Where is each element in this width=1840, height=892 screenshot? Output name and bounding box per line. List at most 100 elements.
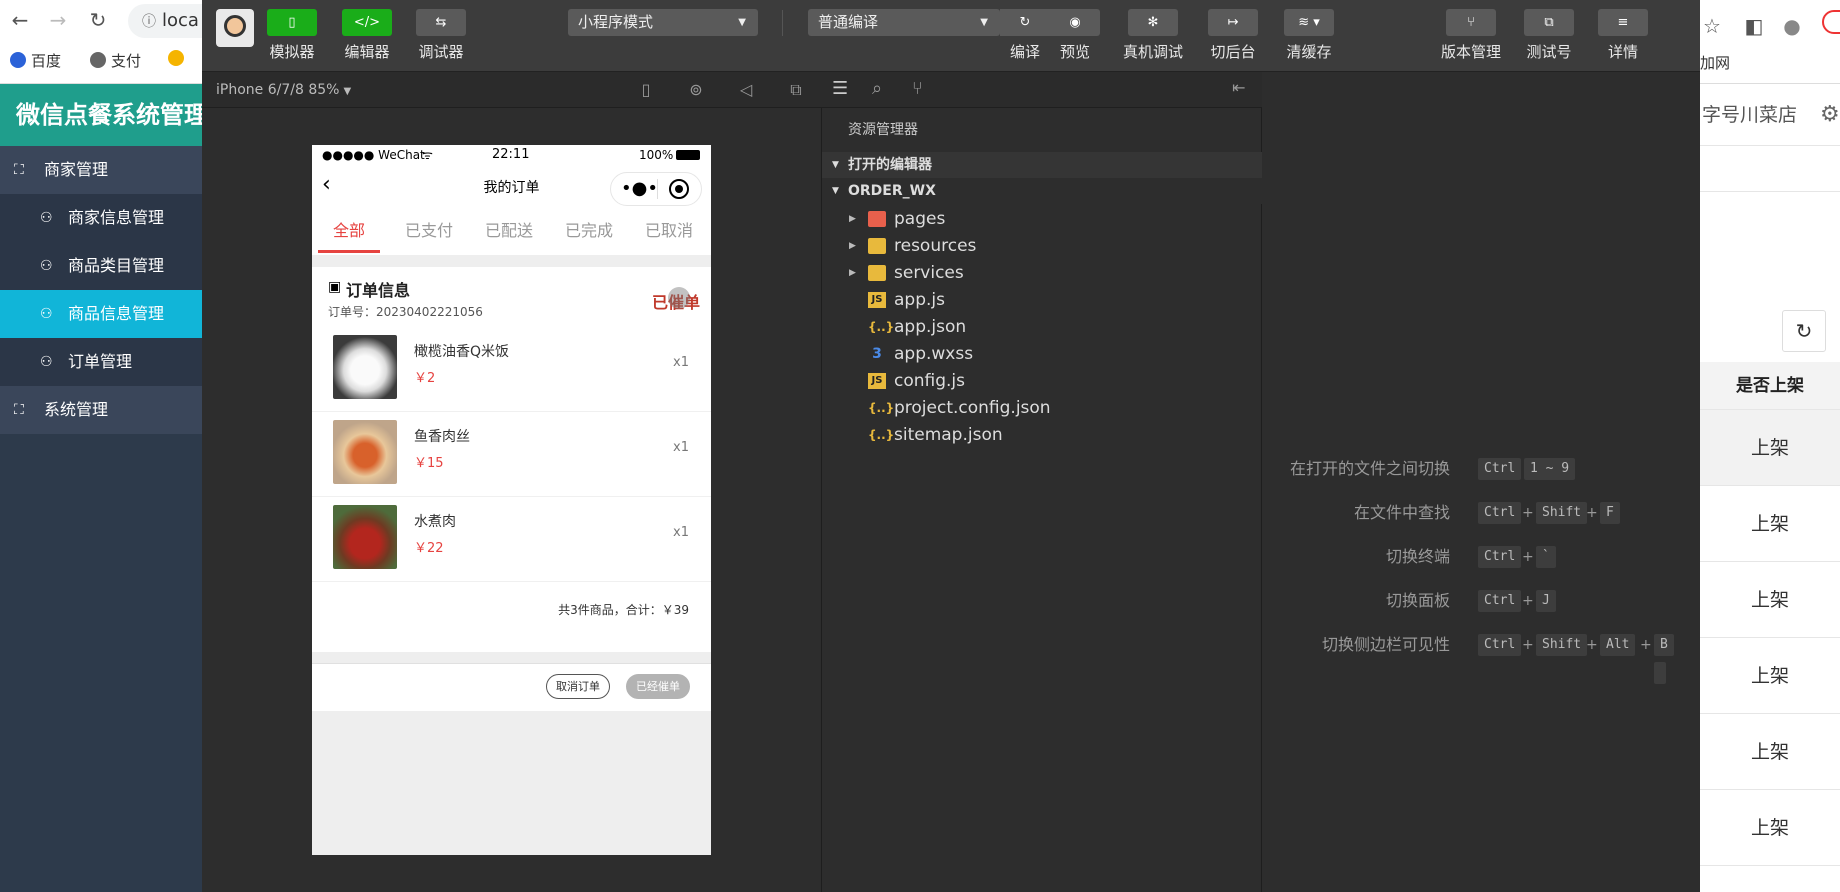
tree-file-config-js[interactable]: JS config.js xyxy=(822,368,1262,394)
details-button[interactable]: ≡ xyxy=(1598,9,1648,36)
dish-name: 水煮肉 xyxy=(414,514,456,530)
dish-image xyxy=(333,505,397,569)
admin-item-category[interactable]: ⚇ 商品类目管理 xyxy=(0,242,202,290)
project-section[interactable]: ▼ ORDER_WX xyxy=(822,178,1262,204)
tree-file-app-json[interactable]: {..} app.json xyxy=(822,314,1262,340)
list-item[interactable]: 水煮肉 ￥22 x1 xyxy=(312,497,711,582)
tree-file-app-wxss[interactable]: 3 app.wxss xyxy=(822,341,1262,367)
dish-image xyxy=(333,335,397,399)
tab-all[interactable]: 全部 xyxy=(312,207,386,255)
forward-arrow-icon[interactable]: → xyxy=(46,8,70,32)
tab-completed[interactable]: 已完成 xyxy=(552,207,626,255)
reload-icon[interactable]: ↻ xyxy=(86,8,110,32)
admin-item-orders[interactable]: ⚇ 订单管理 xyxy=(0,338,202,386)
tree-folder-resources[interactable]: ▶ resources xyxy=(822,233,1262,259)
bookmark-baidu[interactable]: 百度 xyxy=(10,50,61,71)
chevron-down-icon[interactable]: ▼ xyxy=(343,86,351,97)
col-header-onsale: 是否上架 xyxy=(1700,362,1840,410)
star-icon[interactable]: ☆ xyxy=(1700,14,1724,38)
compile-select[interactable]: 普通编译 ▼ xyxy=(808,9,1000,36)
debugger-button[interactable]: ⇆ xyxy=(416,9,466,36)
collapse-panel-icon[interactable]: ⇤ xyxy=(1232,78,1245,97)
open-editors-section[interactable]: ▼ 打开的编辑器 xyxy=(822,152,1262,178)
phone-nav-bar: ‹ 我的订单 •●• xyxy=(312,165,711,207)
urged-button[interactable]: 已经催单 xyxy=(626,674,690,699)
refresh-button[interactable]: ↻ xyxy=(1782,310,1826,352)
plus-sign: + xyxy=(1522,593,1534,609)
chevron-down-icon: ▼ xyxy=(832,186,839,196)
shortcut-label: 切换终端 xyxy=(1385,547,1450,566)
back-arrow-icon[interactable]: ← xyxy=(8,8,32,32)
tab-delivered[interactable]: 已配送 xyxy=(472,207,546,255)
phone-icon[interactable]: ▯ xyxy=(636,80,656,100)
key-cap: B xyxy=(1654,634,1674,656)
version-button[interactable]: ⑂ xyxy=(1446,9,1496,36)
tab-cancelled[interactable]: 已取消 xyxy=(632,207,706,255)
tree-folder-pages[interactable]: ▶ pages xyxy=(822,206,1262,232)
bookmark-emoji-icon[interactable] xyxy=(168,50,189,68)
order-title: 订单信息 xyxy=(346,281,411,300)
tree-file-project-config[interactable]: {..} project.config.json xyxy=(822,395,1262,421)
list-icon[interactable]: ☰ xyxy=(832,78,848,99)
plus-sign: + xyxy=(1522,637,1534,653)
admin-group-system[interactable]: ⛶ 系统管理 xyxy=(0,386,202,434)
share-icon: ⧉ xyxy=(1544,15,1554,30)
key-cap: Ctrl xyxy=(1478,546,1522,568)
touch-cursor xyxy=(668,287,690,309)
tree-file-sitemap[interactable]: {..} sitemap.json xyxy=(822,422,1262,448)
shortcut-row: 在文件中查找 Ctrl + Shift + F xyxy=(1262,500,1700,526)
remote-debug-button[interactable]: ✻ xyxy=(1128,9,1178,36)
list-item[interactable]: 鱼香肉丝 ￥15 x1 xyxy=(312,412,711,497)
shortcut-row: 切换面板 Ctrl + J xyxy=(1262,588,1700,614)
admin-group-merchant[interactable]: ⛶ 商家管理 xyxy=(0,146,202,194)
chevron-right-icon: ▶ xyxy=(849,241,856,251)
profile-avatar-icon[interactable]: ● xyxy=(1780,14,1804,38)
tree-folder-services[interactable]: ▶ services xyxy=(822,260,1262,286)
table-cell: 上架 xyxy=(1700,790,1840,866)
dish-image xyxy=(333,420,397,484)
shortcut-row: 切换终端 Ctrl + ` xyxy=(1262,544,1700,570)
version-label: 版本管理 xyxy=(1440,43,1501,61)
bookmark-pay[interactable]: 支付 xyxy=(90,50,141,71)
tab-paid[interactable]: 已支付 xyxy=(392,207,466,255)
key-cap: Ctrl xyxy=(1478,590,1522,612)
window-icon[interactable]: ⧉ xyxy=(786,80,806,100)
list-item[interactable]: 橄榄油香Q米饭 ￥2 x1 xyxy=(312,327,711,412)
git-branch-icon[interactable]: ⑂ xyxy=(912,78,923,99)
sidepanel-icon[interactable]: ◧ xyxy=(1742,14,1766,38)
user-icon: ⚇ xyxy=(40,306,53,322)
shortcut-row-tail xyxy=(1262,660,1700,686)
close-capsule-icon[interactable] xyxy=(669,179,689,199)
table-cell: 上架 xyxy=(1700,638,1840,714)
user-avatar[interactable] xyxy=(216,9,254,47)
gear-icon[interactable]: ⚙ xyxy=(1820,102,1840,127)
clock: 22:11 xyxy=(492,147,530,162)
update-badge-icon[interactable] xyxy=(1822,10,1840,34)
stop-icon[interactable]: ⊚ xyxy=(686,80,706,100)
cancel-order-button[interactable]: 取消订单 xyxy=(546,674,610,699)
admin-item-product[interactable]: ⚇ 商品信息管理 xyxy=(0,290,202,338)
user-icon: ⚇ xyxy=(40,258,53,274)
test-account-button[interactable]: ⧉ xyxy=(1524,9,1574,36)
mode-select[interactable]: 小程序模式 ▼ xyxy=(568,9,758,36)
info-icon: ⓘ xyxy=(142,14,156,30)
clear-cache-button[interactable]: ≋ ▾ xyxy=(1284,9,1334,36)
editor-button[interactable]: </> xyxy=(342,9,392,36)
search-icon[interactable]: ⌕ xyxy=(872,78,882,99)
more-dots-icon[interactable]: •●• xyxy=(621,179,658,199)
compile-button[interactable]: ↻ xyxy=(1000,9,1050,36)
volume-icon[interactable]: ◁ xyxy=(736,80,756,100)
preview-button[interactable]: ◉ xyxy=(1050,9,1100,36)
device-select[interactable]: iPhone 6/7/8 85% xyxy=(216,82,339,98)
browser-right-icons: ☆ ◧ ● xyxy=(1700,6,1840,38)
admin-item-merchant-info[interactable]: ⚇ 商家信息管理 xyxy=(0,194,202,242)
tree-file-app-js[interactable]: JS app.js xyxy=(822,287,1262,313)
plus-sign: + xyxy=(1522,505,1534,521)
remote-debug-label: 真机调试 xyxy=(1122,43,1183,61)
wifi-icon: ᯤ xyxy=(422,148,433,162)
bookmark-extra[interactable]: 加网 xyxy=(1700,52,1730,73)
background-button[interactable]: ↦ xyxy=(1208,9,1258,36)
key-cap: ` xyxy=(1536,546,1556,568)
simulator-button[interactable]: ▯ xyxy=(267,9,317,36)
simulator-header: iPhone 6/7/8 85% ▼ ▯ ⊚ ◁ ⧉ xyxy=(202,72,822,108)
